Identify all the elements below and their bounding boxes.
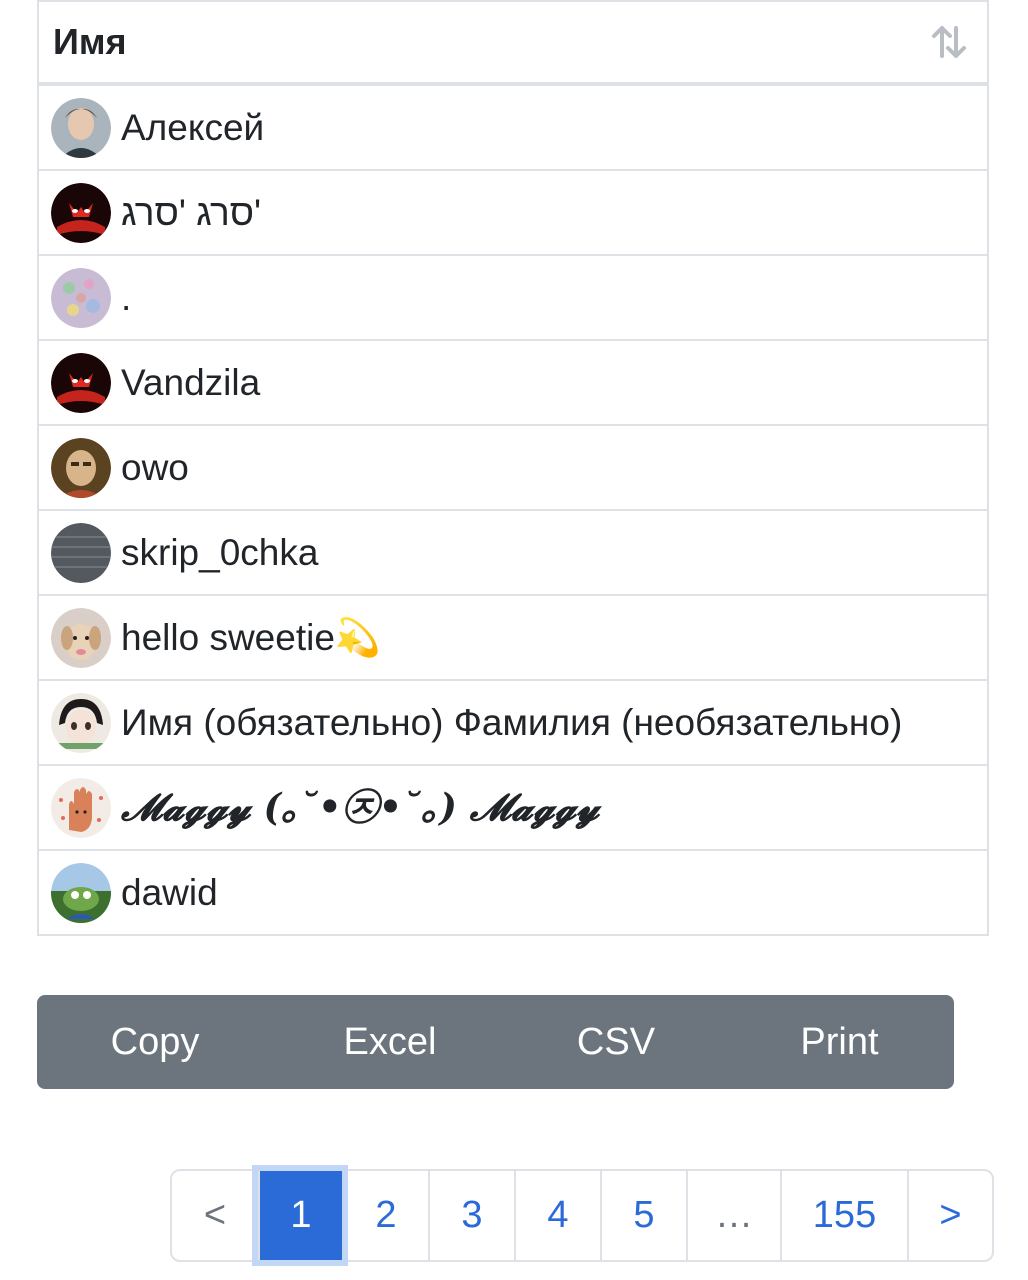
user-avatar (51, 862, 111, 923)
user-avatar (51, 522, 111, 583)
user-name: 𝓜𝓪𝓰𝓰𝔂 (｡˘•㉨•˘｡) 𝓜𝓪𝓰𝓰𝔂 (121, 785, 600, 829)
user-name: Имя (обязательно) Фамилия (необязательно… (121, 702, 903, 743)
user-avatar (51, 182, 111, 243)
user-name: Алексей (121, 107, 265, 148)
page-button-2[interactable]: 2 (342, 1171, 428, 1260)
page-button-4[interactable]: 4 (514, 1171, 600, 1260)
page-button-3[interactable]: 3 (428, 1171, 514, 1260)
table-row[interactable]: Vandzila (37, 341, 989, 426)
user-name: skrip_0chka (121, 532, 319, 573)
table-row[interactable]: Имя (обязательно) Фамилия (необязательно… (37, 681, 989, 766)
table-row[interactable]: hello sweetie💫 (37, 596, 989, 681)
page-button-1[interactable]: 1 (258, 1171, 342, 1260)
user-name: hello sweetie💫 (121, 617, 381, 658)
column-header-name[interactable]: Имя (37, 0, 989, 86)
user-avatar (51, 352, 111, 413)
sort-icon[interactable] (929, 22, 969, 62)
user-avatar (51, 267, 111, 328)
csv-button[interactable]: CSV (507, 995, 725, 1089)
excel-button[interactable]: Excel (273, 995, 507, 1089)
user-name: dawid (121, 872, 218, 913)
page-button-last[interactable]: 155 (780, 1171, 907, 1260)
column-header-label: Имя (53, 21, 127, 62)
copy-button[interactable]: Copy (37, 995, 273, 1089)
user-name: . (121, 277, 132, 318)
next-page-button[interactable]: > (907, 1171, 992, 1260)
table-row[interactable]: . (37, 256, 989, 341)
user-avatar (51, 607, 111, 668)
table-row[interactable]: owo (37, 426, 989, 511)
previous-page-button[interactable]: < (172, 1171, 258, 1260)
table-row[interactable]: סרג 'סרג' (37, 171, 989, 256)
pagination-ellipsis: … (686, 1171, 780, 1260)
page-button-5[interactable]: 5 (600, 1171, 686, 1260)
pagination: < 1 2 3 4 5 … 155 > (170, 1169, 994, 1262)
table-row[interactable]: Алексей (37, 86, 989, 171)
export-button-group: Copy Excel CSV Print (37, 995, 954, 1089)
users-table: Имя Алексей סרג 'סרג' . Vandzila owo skr… (37, 0, 989, 936)
user-avatar (51, 692, 111, 753)
user-avatar (51, 437, 111, 498)
user-name: סרג 'סרג' (121, 192, 262, 233)
user-avatar (51, 777, 111, 838)
user-name: owo (121, 447, 189, 488)
table-row[interactable]: dawid (37, 851, 989, 936)
print-button[interactable]: Print (725, 995, 954, 1089)
table-row[interactable]: 𝓜𝓪𝓰𝓰𝔂 (｡˘•㉨•˘｡) 𝓜𝓪𝓰𝓰𝔂 (37, 766, 989, 851)
user-avatar (51, 97, 111, 158)
user-name: Vandzila (121, 362, 261, 403)
table-row[interactable]: skrip_0chka (37, 511, 989, 596)
